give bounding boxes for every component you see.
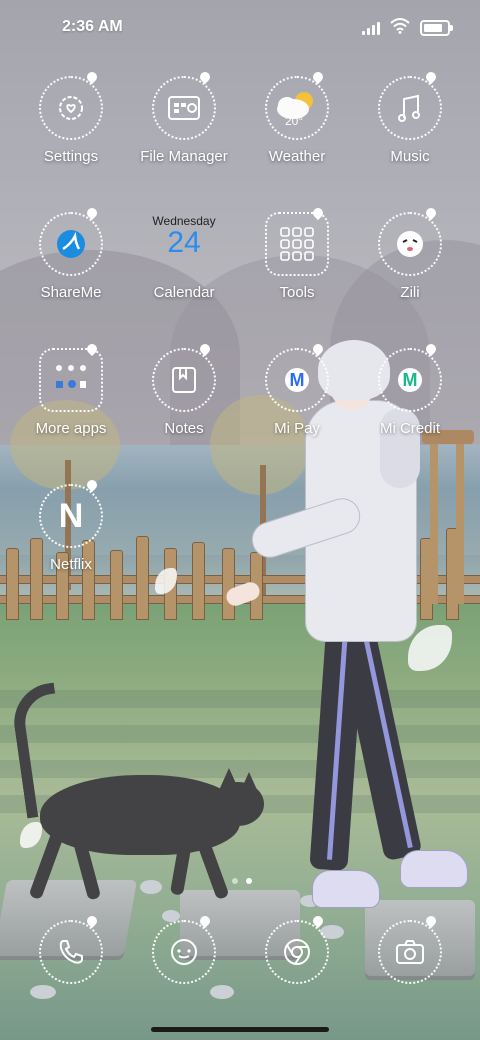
wifi-icon: [390, 17, 410, 39]
app-shareme[interactable]: ShareMe: [15, 205, 127, 332]
gear-icon: [39, 76, 103, 140]
dock: [0, 913, 480, 1000]
app-settings[interactable]: Settings: [15, 69, 127, 196]
music-note-icon: [378, 76, 442, 140]
calendar-day: 24: [167, 226, 201, 259]
camera-icon: [378, 920, 442, 984]
weather-temp: 20°: [285, 114, 304, 128]
app-weather[interactable]: 20° Weather: [241, 69, 353, 196]
messages-icon: [152, 920, 216, 984]
sun-cloud-icon: [265, 76, 329, 140]
mi-pay-icon: M: [285, 368, 309, 392]
app-label: Netflix: [50, 556, 92, 573]
dock-camera[interactable]: [354, 913, 466, 1040]
app-label: Notes: [164, 420, 204, 437]
app-mi-credit[interactable]: M Mi Credit: [354, 341, 466, 468]
app-notes[interactable]: Notes: [128, 341, 240, 468]
zili-icon: [378, 212, 442, 276]
app-label: Mi Pay: [274, 420, 320, 437]
status-bar: 2:36 AM: [0, 0, 480, 56]
clock: 2:36 AM: [62, 18, 123, 35]
app-label: File Manager: [140, 148, 228, 165]
apps-folder-icon: [39, 348, 103, 412]
netflix-icon: N: [58, 496, 84, 535]
dock-messages[interactable]: [128, 913, 240, 1040]
page-dot-active[interactable]: [246, 878, 252, 884]
notes-icon: [152, 348, 216, 412]
app-netflix[interactable]: N Netflix: [15, 477, 127, 604]
app-calendar[interactable]: Wednesday 24 Calendar: [128, 212, 240, 332]
app-label: Zili: [400, 284, 420, 301]
battery-icon: [420, 20, 453, 36]
app-mi-pay[interactable]: M Mi Pay: [241, 341, 353, 468]
signal-icon: [362, 21, 380, 35]
page-dot[interactable]: [232, 878, 238, 884]
dock-phone[interactable]: [15, 913, 127, 1040]
browser-icon: [265, 920, 329, 984]
dock-browser[interactable]: [241, 913, 353, 1040]
app-label: Weather: [268, 148, 326, 165]
phone-icon: [39, 920, 103, 984]
tools-folder-icon: [265, 212, 329, 276]
calendar-icon: Wednesday 24: [152, 212, 216, 276]
app-music[interactable]: Music: [354, 69, 466, 196]
app-label: Calendar: [153, 284, 215, 301]
app-tools[interactable]: Tools: [241, 205, 353, 332]
app-zili[interactable]: Zili: [354, 205, 466, 332]
app-label: Settings: [43, 148, 99, 165]
shareme-icon: [39, 212, 103, 276]
app-label: More apps: [35, 420, 107, 437]
app-label: Tools: [279, 284, 315, 301]
page-indicator: [232, 878, 252, 884]
folder-icon: [152, 76, 216, 140]
app-label: ShareMe: [40, 284, 102, 301]
app-label: Music: [390, 148, 430, 165]
mi-credit-icon: M: [398, 368, 422, 392]
app-file-manager[interactable]: File Manager: [128, 69, 240, 196]
app-more-apps[interactable]: More apps: [15, 341, 127, 468]
app-label: Mi Credit: [379, 420, 440, 437]
home-indicator[interactable]: [151, 1027, 329, 1032]
